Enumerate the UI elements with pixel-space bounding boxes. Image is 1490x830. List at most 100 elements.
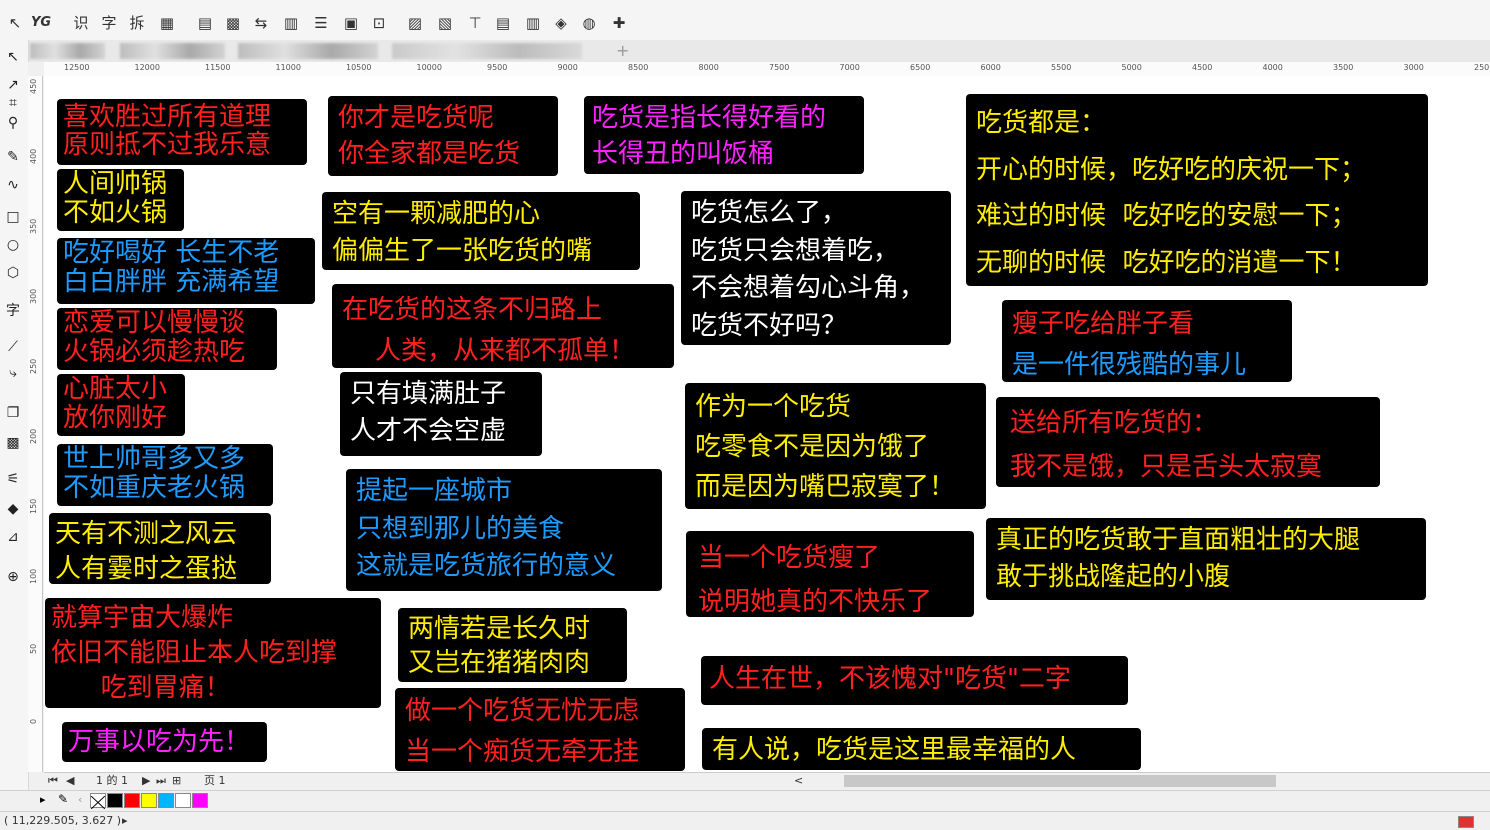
text-card[interactable]: 喜欢胜过所有道理 原则抵不过我乐意 xyxy=(57,99,307,165)
select-icon[interactable]: ⊡ xyxy=(368,12,390,34)
text-card[interactable]: 吃货都是： 开心的时候，吃好吃的庆祝一下； 难过的时候 吃好吃的安慰一下； 无聊的时候… xyxy=(966,94,1428,286)
text-card[interactable]: 作为一个吃货 吃零食不是因为饿了 而是因为嘴巴寂寞了！ xyxy=(685,383,986,509)
card-text-line: 吃货不好吗？ xyxy=(691,310,848,341)
add-tab-button[interactable]: + xyxy=(616,41,629,60)
recognize-text-chai[interactable]: 拆 xyxy=(126,12,148,34)
barcode-icon[interactable]: ▥ xyxy=(522,12,544,34)
color-swatch[interactable] xyxy=(141,793,157,808)
text-card[interactable]: 吃货怎么了， 吃货只会想着吃， 不会想着勾心斗角， 吃货不好吗？ xyxy=(681,191,951,345)
text-card[interactable]: 做一个吃货无忧无虑 当一个痴货无牵无挂 xyxy=(395,688,685,771)
text-card[interactable]: 只有填满肚子 人才不会空虚 xyxy=(340,372,542,456)
text-card[interactable]: 心脏太小 放你刚好 xyxy=(57,374,185,436)
drawing-canvas[interactable]: 喜欢胜过所有道理 原则抵不过我乐意 你才是吃货呢 你全家都是吃货 吃货是指长得好看的 长得… xyxy=(44,76,1490,772)
macro-icon[interactable]: ◈ xyxy=(550,12,572,34)
zoom-tool-icon[interactable]: ⚲ xyxy=(2,112,24,134)
eyedropper-icon[interactable]: ✎ xyxy=(58,792,68,806)
smart-fill-icon[interactable]: ⊿ xyxy=(2,526,24,548)
color-swatch[interactable] xyxy=(192,793,208,808)
card-text-line: 吃货都是： xyxy=(976,108,1107,138)
palette-left-icon[interactable]: ‹ xyxy=(78,793,82,806)
scroll-left-icon[interactable]: < xyxy=(794,773,803,789)
text-card[interactable]: 送给所有吃货的： 我不是饿，只是舌头太寂寞 xyxy=(996,397,1380,487)
text-card[interactable]: 真正的吃货敢于直面粗壮的大腿 敢于挑战隆起的小腹 xyxy=(986,518,1426,600)
text-card[interactable]: 空有一颗减肥的心 偏偏生了一张吃货的嘴 xyxy=(322,192,640,270)
text-card[interactable]: 当一个吃货瘦了 说明她真的不快乐了 xyxy=(686,531,974,617)
add-tool-icon[interactable]: ⊕ xyxy=(2,566,24,588)
text-card[interactable]: 万事以吃为先！ xyxy=(62,722,267,762)
distribute-icon[interactable]: ☰ xyxy=(310,12,332,34)
text-card[interactable]: 人生在世，不该愧对"吃货"二字 xyxy=(701,656,1128,705)
document-tab[interactable] xyxy=(30,43,105,59)
document-tab[interactable] xyxy=(120,43,225,59)
text-card[interactable]: 恋爱可以慢慢谈 火锅必须趁热吃 xyxy=(57,308,277,370)
freehand-tool-icon[interactable]: ✎ xyxy=(2,146,24,168)
ruler-tick-label: 450 xyxy=(29,78,38,94)
artistic-media-icon[interactable]: ∿ xyxy=(2,174,24,196)
pointer-icon[interactable]: ↖ xyxy=(4,12,26,34)
text-card[interactable]: 你才是吃货呢 你全家都是吃货 xyxy=(328,96,558,176)
color-swatch[interactable] xyxy=(175,793,191,808)
status-arrow-icon[interactable]: ▸ xyxy=(122,814,128,827)
connector-tool-icon[interactable]: ⤷ xyxy=(2,362,24,384)
parallel-dimension-icon[interactable]: ⟋ xyxy=(2,336,24,358)
last-page-icon[interactable]: ⏭ xyxy=(156,773,166,789)
text-card[interactable]: 瘦子吃给胖子看 是一件很残酷的事儿 xyxy=(1002,300,1292,382)
horizontal-ruler[interactable]: 12500 12000 11500 11000 10500 10000 9500 9000 85… xyxy=(44,62,1490,77)
color-swatch[interactable] xyxy=(107,793,123,808)
text-card[interactable]: 在吃货的这条不归路上 人类，从来都不孤单！ xyxy=(332,284,674,368)
transform-icon[interactable]: ⇆ xyxy=(250,12,272,34)
text-card[interactable]: 世上帅哥多又多 不如重庆老火锅 xyxy=(57,444,273,506)
text-card[interactable]: 有人说，吃货是这里最幸福的人 xyxy=(702,728,1141,770)
interactive-fill-icon[interactable]: ◆ xyxy=(2,498,24,520)
color-swatch[interactable] xyxy=(158,793,174,808)
palette-scroll-icon[interactable]: ▸ xyxy=(40,793,46,806)
text-card[interactable]: 吃货是指长得好看的 长得丑的叫饭桶 xyxy=(584,96,864,174)
card-text-line: 吃货怎么了， xyxy=(691,198,848,228)
ruler-tick-label: 7500 xyxy=(769,63,790,72)
rectangle-tool-icon[interactable]: □ xyxy=(2,206,24,228)
text-card[interactable]: 吃好喝好 长生不老 白白胖胖 充满希望 xyxy=(57,238,315,304)
group-icon[interactable]: ▣ xyxy=(340,12,362,34)
vertical-ruler[interactable]: 450 400 350 300 250 200 150 100 50 0 xyxy=(28,76,43,772)
globe-icon[interactable]: ◍ xyxy=(578,12,600,34)
text-card[interactable]: 天有不测之风云 人有霎时之蛋挞 xyxy=(49,513,271,584)
text-card[interactable]: 就算宇宙大爆炸 依旧不能阻止本人吃到撑 吃到胃痛！ xyxy=(45,598,381,708)
document-tab[interactable] xyxy=(238,43,378,59)
pick-tool-icon[interactable]: ↖ xyxy=(2,46,24,68)
ruler-tick-label: 250 xyxy=(29,358,38,374)
recognize-text-zi[interactable]: 字 xyxy=(98,12,120,34)
transparency-icon[interactable]: ▩ xyxy=(2,432,24,454)
polygon-tool-icon[interactable]: ⬡ xyxy=(2,262,24,284)
ruler-corner[interactable] xyxy=(28,62,44,76)
yg-icon[interactable]: YG xyxy=(30,12,52,34)
first-page-icon[interactable]: ⏮ xyxy=(48,773,58,789)
align-icon[interactable]: ▥ xyxy=(280,12,302,34)
card-text-line: 不会想着勾心斗角， xyxy=(691,273,926,303)
eyedropper-icon[interactable]: ⚟ xyxy=(2,468,24,490)
page-tab[interactable]: 页 1 xyxy=(204,773,226,789)
text-card[interactable]: 提起一座城市 只想到那儿的美食 这就是吃货旅行的意义 xyxy=(346,469,662,591)
crop-tool-icon[interactable]: ⌗ xyxy=(2,92,24,114)
document-tab[interactable] xyxy=(392,43,582,59)
ellipse-tool-icon[interactable]: ○ xyxy=(2,234,24,256)
drop-shadow-icon[interactable]: ❐ xyxy=(2,402,24,424)
text-tool-icon[interactable]: ⊤ xyxy=(464,12,486,34)
card-text-line: 白白胖胖 充满希望 xyxy=(63,267,280,297)
layers-icon[interactable]: ▤ xyxy=(492,12,514,34)
horizontal-scrollbar[interactable] xyxy=(844,775,1276,787)
text-card[interactable]: 两情若是长久时 又岂在猪猪肉肉 xyxy=(398,608,627,682)
prev-page-icon[interactable]: ◀ xyxy=(66,773,74,789)
recognize-text-shi[interactable]: 识 xyxy=(70,12,92,34)
no-fill-swatch[interactable] xyxy=(90,793,106,810)
color-icon[interactable]: ▨ xyxy=(404,12,426,34)
document-icon[interactable]: ▤ xyxy=(194,12,216,34)
text-tool-icon[interactable]: 字 xyxy=(2,300,24,322)
color-swatch[interactable] xyxy=(124,793,140,808)
plugin-icon[interactable]: ✚ xyxy=(608,12,630,34)
grid-icon[interactable]: ▩ xyxy=(222,12,244,34)
text-card[interactable]: 人间帅锅 不如火锅 xyxy=(57,169,184,231)
clipboard-icon[interactable]: ▦ xyxy=(156,12,178,34)
add-page-icon[interactable]: ⊞ xyxy=(172,773,181,789)
image-icon[interactable]: ▧ xyxy=(434,12,456,34)
next-page-icon[interactable]: ▶ xyxy=(142,773,150,789)
